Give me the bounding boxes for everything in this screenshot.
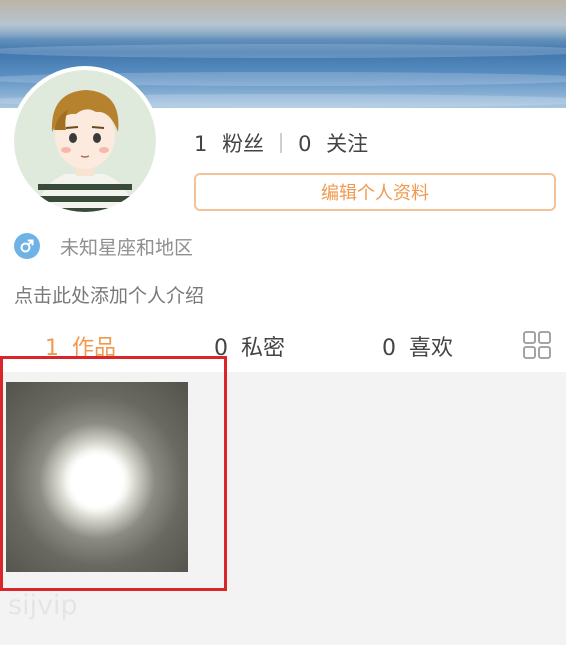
stats-divider xyxy=(280,133,283,153)
grid-icon[interactable] xyxy=(522,330,552,360)
followers-stat[interactable]: 1 粉丝 xyxy=(194,128,264,158)
following-count: 0 xyxy=(298,132,312,156)
edit-profile-button[interactable]: 编辑个人资料 xyxy=(194,173,556,211)
banner-shore xyxy=(0,0,566,40)
followers-count: 1 xyxy=(194,132,208,156)
banner-wave xyxy=(0,44,566,58)
zodiac-region-text: 未知星座和地区 xyxy=(60,236,194,259)
following-label: 关注 xyxy=(326,132,369,156)
tab-likes[interactable]: 0 喜欢 xyxy=(382,330,453,362)
tab-likes-count: 0 xyxy=(382,336,396,361)
profile-info-row[interactable]: 未知星座和地区 xyxy=(14,231,193,261)
tab-likes-label: 喜欢 xyxy=(409,336,454,361)
tab-private-label: 私密 xyxy=(241,336,286,361)
following-stat[interactable]: 0 关注 xyxy=(298,128,368,158)
male-icon xyxy=(14,233,40,259)
add-intro-link[interactable]: 点击此处添加个人介绍 xyxy=(14,281,204,308)
highlight-box xyxy=(0,356,227,591)
followers-label: 粉丝 xyxy=(222,132,265,156)
profile-stats: 1 粉丝 0 关注 xyxy=(194,128,368,158)
avatar-illustration xyxy=(14,70,156,212)
watermark: sijvip xyxy=(8,590,78,621)
avatar[interactable] xyxy=(14,70,156,212)
